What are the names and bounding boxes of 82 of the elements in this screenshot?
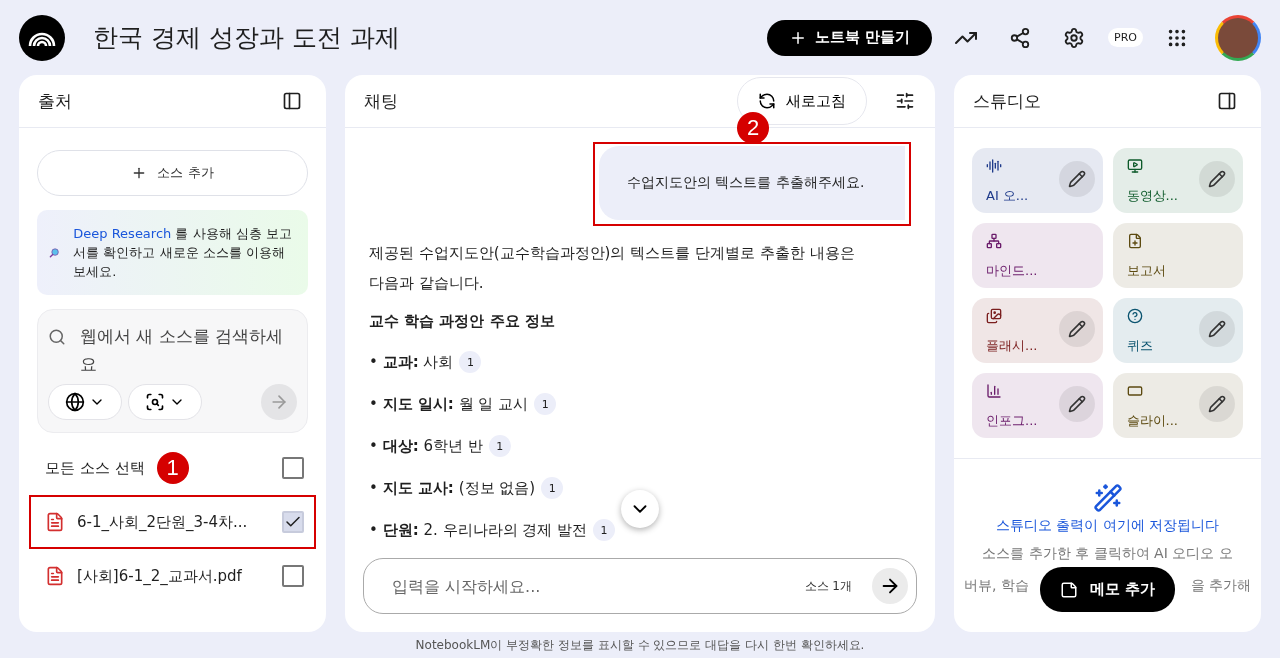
disclaimer: NotebookLM이 부정확한 정보를 표시할 수 있으므로 대답을 다시 한번 확인하세요. [414,636,866,654]
user-message: 수업지도안의 텍스트를 추출해주세요. [599,146,905,220]
studio-tile[interactable]: 마인드... [972,223,1103,288]
fact-text: • 지도 일시: 월 일 교시 [369,394,529,414]
edit-button[interactable] [1058,161,1095,197]
sparkle-search-icon [145,392,165,412]
pencil-icon [1067,395,1086,413]
source-name[interactable]: 6-1_사회_2단원_3-4차... [77,512,270,532]
note-icon [1060,580,1078,599]
deep-research-link[interactable]: Deep Research [73,226,172,241]
annotation-marker: 1 [156,452,189,484]
web-dropdown[interactable] [48,384,122,420]
add-note-button[interactable]: 메모 추가 [1040,567,1176,612]
source-count: 소스 1개 [804,577,852,595]
create-notebook-button[interactable]: 노트북 만들기 [766,19,933,56]
pro-badge: PRO [1108,28,1143,47]
research-dropdown[interactable] [128,384,202,420]
flashcards-icon [986,308,1002,324]
empty-description: 을 추가해 [1190,576,1251,595]
edit-button[interactable] [1199,311,1235,347]
pdf-icon [45,512,65,532]
citation-chip[interactable]: 1 [459,351,482,373]
web-search-box[interactable]: 웹에서 새 소스를 검색하세요 [37,309,308,433]
studio-tile[interactable]: 보고서 [1112,223,1243,288]
search-field[interactable]: 웹에서 새 소스를 검색하세요 [80,322,297,378]
fact-text: • 교과: 사회 [369,352,454,372]
response-text: 제공된 수업지도안(교수학습과정안)의 텍스트를 단계별로 추출한 내용은 다음과 같습니다. [369,243,856,294]
avatar[interactable] [1215,14,1261,61]
source-name[interactable]: [사회]6-1_2_교과서.pdf [77,566,270,586]
annotation-marker: 2 [737,112,769,144]
slides-icon [1126,383,1143,399]
scroll-down-button[interactable] [621,490,659,528]
report-icon [1126,233,1143,249]
promo-text: Deep Research 를 사용해 심층 보고서를 확인하고 새로운 소스를 이용해 보세요. [73,225,293,281]
studio-tile[interactable]: 인포그... [972,373,1103,438]
panel-title: 스튜디오 [973,89,1041,113]
panel-title: 채팅 [364,89,398,113]
studio-tile[interactable]: AI 오... [972,148,1103,213]
globe-icon [65,392,85,412]
pdf-icon [45,566,65,586]
studio-tile[interactable]: 플래시... [972,298,1103,363]
edit-button[interactable] [1199,161,1235,197]
video-icon [1126,158,1143,174]
empty-title: 스튜디오 출력이 여기에 저장됩니다 [995,517,1220,535]
pencil-icon [1067,320,1086,338]
refresh-icon [758,92,776,110]
citation-chip[interactable]: 1 [534,393,557,415]
send-button[interactable] [872,568,908,604]
pencil-icon [1208,170,1226,188]
pencil-icon [1208,395,1226,413]
empty-description: 버뷰, 학습 [964,576,1029,595]
add-source-button[interactable]: 소스 추가 [37,150,308,196]
studio-tile[interactable]: 퀴즈 [1112,298,1243,363]
edit-button[interactable] [1199,386,1235,422]
chat-input[interactable]: 입력을 시작하세요... 소스 1개 [363,558,917,614]
fact-text: • 단원: 2. 우리나라의 경제 발전 [369,520,588,540]
select-all-checkbox[interactable] [282,457,304,479]
citation-chip[interactable]: 1 [541,477,564,499]
wand-icon [1092,483,1123,513]
studio-tile[interactable]: 슬라이... [1112,373,1243,438]
studio-tile[interactable]: 동영상... [1112,148,1243,213]
mindmap-icon [986,233,1002,249]
pencil-icon [1208,320,1226,338]
citation-chip[interactable]: 1 [593,519,616,541]
fact-text: • 지도 교사: (정보 없음) [369,478,536,498]
audio-icon [986,158,1002,174]
fact-text: • 대상: 6학년 반 [369,436,483,456]
pencil-icon [1067,170,1086,188]
empty-description: 소스를 추가한 후 클릭하여 AI 오디오 오 [982,544,1233,563]
panel-title: 출처 [38,89,72,113]
response-heading: 교수 학습 과정안 주요 정보 [369,312,556,331]
logo-icon [19,14,65,61]
edit-button[interactable] [1058,386,1095,422]
citation-chip[interactable]: 1 [488,435,511,457]
search-icon [48,328,66,346]
source-checkbox[interactable] [282,565,304,587]
quiz-icon [1126,308,1143,324]
notebook-title: 한국 경제 성장과 도전 과제 [93,22,401,54]
infographic-icon [986,383,1002,399]
edit-button[interactable] [1058,311,1095,347]
source-checkbox[interactable] [282,511,304,533]
select-all-label: 모든 소스 선택 [45,458,145,478]
